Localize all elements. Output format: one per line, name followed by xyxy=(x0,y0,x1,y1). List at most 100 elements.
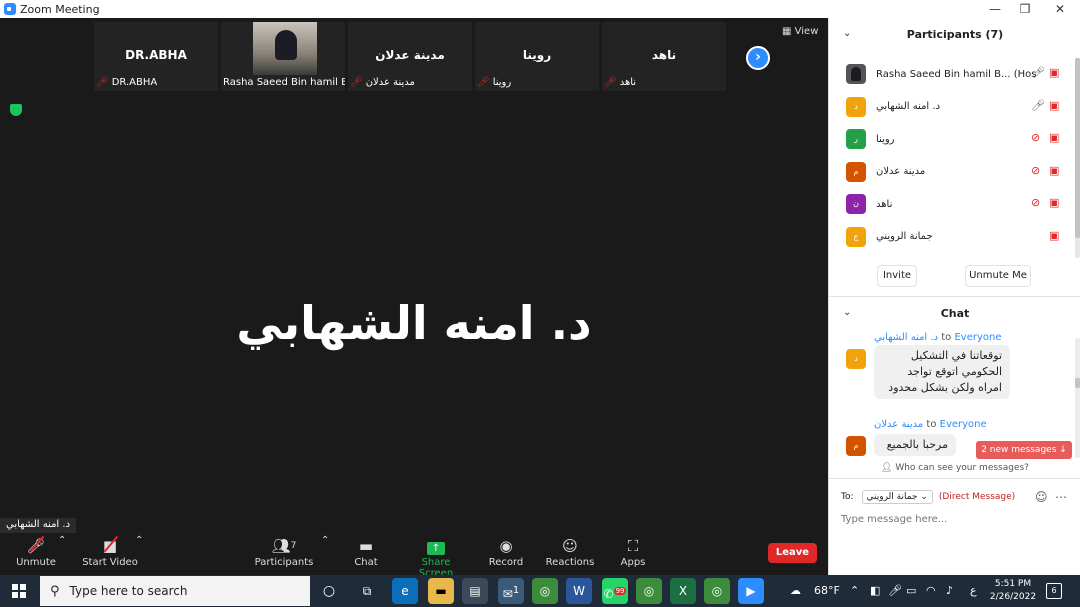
recipient-select[interactable]: جمانة الرويني ⌄ xyxy=(861,490,933,504)
participant-row[interactable]: د د. امنه الشهابي 🎤︎ ▣ xyxy=(829,91,1073,124)
muted-mic-icon[interactable]: ⊘ xyxy=(1031,131,1040,144)
audio-options-caret-icon[interactable]: ⌃ xyxy=(58,535,66,546)
microphone-icon[interactable]: 🎤︎ xyxy=(1031,66,1045,79)
video-options-caret-icon[interactable]: ⌃ xyxy=(135,535,143,546)
meet-now-icon[interactable]: ◧ xyxy=(870,575,880,607)
unmute-me-button[interactable]: Unmute Me xyxy=(965,265,1031,287)
word-icon[interactable]: W xyxy=(566,578,592,604)
leave-button[interactable]: Leave xyxy=(768,543,817,563)
muted-mic-icon: 🎤︎ xyxy=(604,76,617,88)
collapse-chevron-icon[interactable]: ⌄ xyxy=(843,307,851,318)
edge-browser-icon[interactable]: e xyxy=(392,578,418,604)
system-clock[interactable]: 5:51 PM 2/26/2022 xyxy=(988,578,1038,604)
video-tile[interactable]: مدينة عدلان 🎤︎ مدينة عدلان xyxy=(348,22,472,91)
notifications-icon[interactable]: 6 xyxy=(1046,583,1062,599)
windows-start-icon[interactable] xyxy=(12,584,26,598)
video-tile[interactable]: ناهد 🎤︎ ناهد xyxy=(602,22,726,91)
participant-name: روينا xyxy=(876,133,895,145)
chat-scrollbar[interactable] xyxy=(1075,338,1080,458)
collapse-chevron-icon[interactable]: ⌄ xyxy=(843,28,851,39)
apps-button[interactable]: ⛶ Apps xyxy=(614,535,652,568)
video-tile[interactable]: DR.ABHA 🎤︎ DR.ABHA xyxy=(94,22,218,91)
chrome-profile-icon[interactable]: ◎ xyxy=(636,578,662,604)
message-meta: د. امنه الشهابي to Everyone xyxy=(874,332,1001,343)
taskbar-search[interactable]: ⚲ Type here to search xyxy=(40,576,310,606)
encryption-shield-icon[interactable] xyxy=(10,104,22,116)
show-hidden-icons-icon[interactable]: ⌃ xyxy=(850,575,859,607)
unmute-button[interactable]: 🎤︎ Unmute xyxy=(14,535,58,568)
invite-button[interactable]: Invite xyxy=(877,265,917,287)
tile-display-name: روينا xyxy=(522,48,552,62)
message-sender[interactable]: مدينة عدلان xyxy=(874,419,923,430)
chat-input[interactable] xyxy=(841,514,1071,525)
close-button[interactable]: ✕ xyxy=(1045,0,1075,18)
avatar: ج xyxy=(846,226,866,247)
video-off-icon[interactable]: ▣ xyxy=(1049,164,1059,177)
more-options-icon[interactable]: ⋯ xyxy=(1055,490,1067,504)
video-off-icon[interactable]: ▣ xyxy=(1049,196,1059,209)
participants-scrollbar[interactable] xyxy=(1075,58,1080,258)
volume-icon[interactable]: ♪ xyxy=(946,575,953,607)
avatar: ر xyxy=(846,129,866,150)
participant-name: د. امنه الشهابي xyxy=(876,101,941,113)
chevron-down-icon: ⌄ xyxy=(920,492,928,502)
title-bar: Zoom Meeting — ❐ ✕ xyxy=(0,0,1080,18)
video-tile[interactable]: Rasha Saeed Bin hamil B... xyxy=(221,22,345,91)
weather-temp[interactable]: 68°F xyxy=(814,575,840,607)
store-icon[interactable]: ▤ xyxy=(462,578,488,604)
participant-row[interactable]: Rasha Saeed Bin hamil B... (Host) 🎤︎ ▣ xyxy=(829,58,1073,91)
participant-row[interactable]: ج جمانة الرويني ▣ xyxy=(829,221,1073,254)
new-messages-button[interactable]: 2 new messages ↓ xyxy=(976,441,1072,459)
minimize-button[interactable]: — xyxy=(980,0,1010,18)
video-tile[interactable]: روينا 🎤︎ روينا xyxy=(475,22,599,91)
view-button[interactable]: ▦ View xyxy=(782,26,818,37)
panel-divider xyxy=(829,296,1080,297)
video-off-icon[interactable]: ▣ xyxy=(1049,131,1059,144)
unmute-label: Unmute xyxy=(16,557,56,568)
windows-taskbar: ⚲ Type here to search ○ ⧉ e ▬ ▤ ✉1 ◎ W ✆… xyxy=(0,575,1080,607)
privacy-link[interactable]: 👤︎ Who can see your messages? xyxy=(829,463,1080,473)
participant-row[interactable]: م مدينة عدلان ⊘ ▣ xyxy=(829,156,1073,189)
video-off-icon[interactable]: ▣ xyxy=(1049,99,1059,112)
file-explorer-icon[interactable]: ▬ xyxy=(428,578,454,604)
record-button[interactable]: ◉ Record xyxy=(486,535,526,568)
excel-icon[interactable]: X xyxy=(670,578,696,604)
mail-icon[interactable]: ✉1 xyxy=(498,578,524,604)
input-language[interactable]: ع xyxy=(970,575,977,607)
video-off-icon[interactable]: ▣ xyxy=(1049,229,1059,242)
restore-button[interactable]: ❐ xyxy=(1010,0,1040,18)
start-video-button[interactable]: ■ Start Video xyxy=(82,535,138,568)
participants-button[interactable]: 👥︎7 Participants xyxy=(254,535,314,568)
muted-mic-icon[interactable]: ⊘ xyxy=(1031,196,1040,209)
chat-message-bubble[interactable]: مرحبا بالجميع xyxy=(874,434,956,456)
wifi-icon[interactable]: ◠ xyxy=(926,575,936,607)
chrome-icon[interactable]: ◎ xyxy=(532,578,558,604)
avatar: د xyxy=(846,96,866,117)
participant-row[interactable]: ر روينا ⊘ ▣ xyxy=(829,123,1073,156)
microphone-icon[interactable]: 🎤︎ xyxy=(1031,99,1045,112)
weather-icon[interactable]: ☁ xyxy=(790,575,801,607)
emoji-icon[interactable]: ☺ xyxy=(1035,490,1048,504)
participant-row[interactable]: ن ناهد ⊘ ▣ xyxy=(829,188,1073,221)
task-view-icon[interactable]: ⧉ xyxy=(354,578,380,604)
video-off-icon[interactable]: ▣ xyxy=(1049,66,1059,79)
muted-mic-icon[interactable]: ⊘ xyxy=(1031,164,1040,177)
chat-message-bubble[interactable]: توقعاتنا في التشكيل الحكومي اتوقع تواجد … xyxy=(874,345,1010,399)
message-sender[interactable]: د. امنه الشهابي xyxy=(874,332,938,343)
whatsapp-icon[interactable]: ✆ 99 xyxy=(602,578,628,604)
zoom-taskbar-icon[interactable]: ▶ xyxy=(738,578,764,604)
chrome-profile-2-icon[interactable]: ◎ xyxy=(704,578,730,604)
tile-label: DR.ABHA xyxy=(111,76,158,88)
to-label: To: xyxy=(841,492,854,502)
microphone-tray-icon[interactable]: 🎤︎ xyxy=(888,575,902,607)
view-grid-icon: ▦ xyxy=(782,26,795,37)
battery-icon[interactable]: ▭ xyxy=(906,575,916,607)
participants-caret-icon[interactable]: ⌃ xyxy=(321,535,329,546)
next-page-button[interactable]: › xyxy=(746,46,770,70)
chat-button[interactable]: ▬ Chat xyxy=(346,535,386,568)
tile-label: Rasha Saeed Bin hamil B... xyxy=(223,76,345,88)
share-screen-button[interactable]: ↑ Share Screen xyxy=(404,535,468,579)
cortana-icon[interactable]: ○ xyxy=(316,578,342,604)
message-line: مرحبا بالجميع xyxy=(886,438,948,451)
reactions-button[interactable]: ☺ Reactions xyxy=(544,535,596,568)
